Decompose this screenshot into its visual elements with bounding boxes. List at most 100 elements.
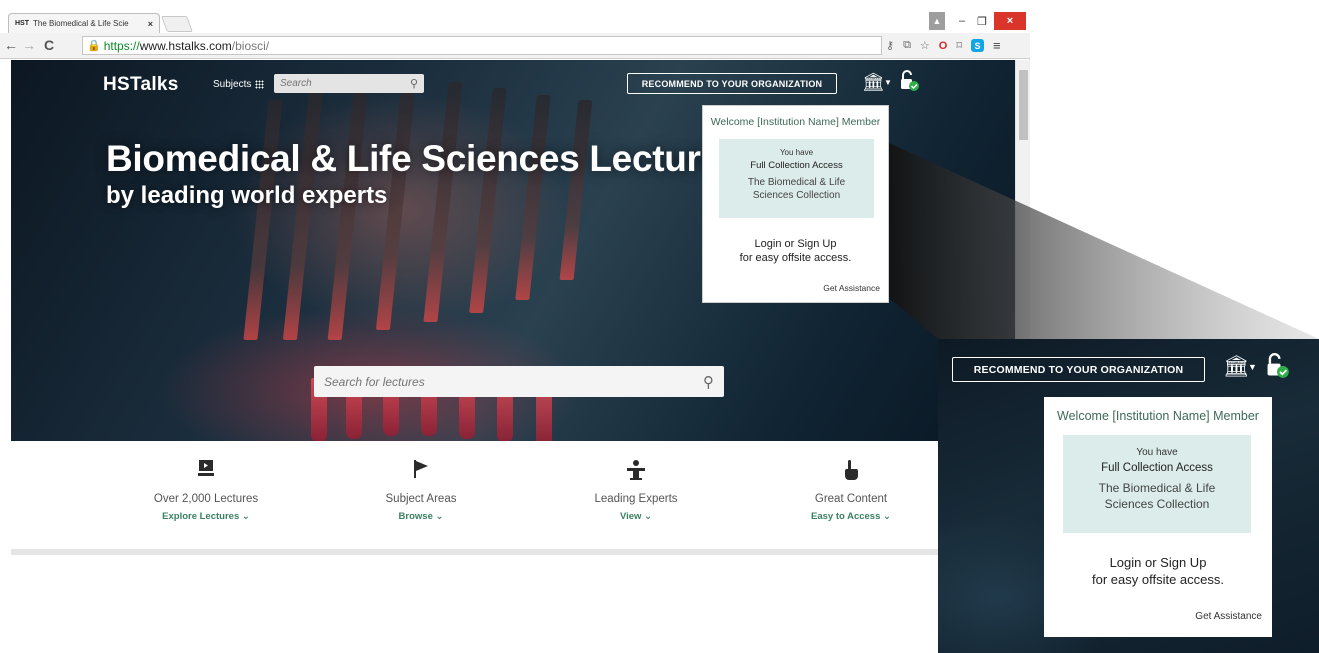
- pipette-decoration: [327, 85, 369, 340]
- lecture-screen-icon: [198, 460, 214, 476]
- easy-access-link[interactable]: Easy to Access ⌄: [761, 511, 941, 522]
- recommend-button[interactable]: RECOMMEND TO YOUR ORGANIZATION: [627, 73, 837, 94]
- toolbar-extension-icons: ⚷ ⧉ ☆ O ⌑ S ≡: [886, 38, 1001, 53]
- get-assistance-link[interactable]: Get Assistance: [1195, 611, 1262, 622]
- unlock-icon[interactable]: [898, 70, 920, 92]
- cast-icon[interactable]: ⌑: [956, 39, 962, 52]
- hero-subtitle: by leading world experts: [106, 182, 388, 209]
- minimize-button[interactable]: –: [953, 12, 971, 30]
- unlock-icon[interactable]: [1264, 353, 1290, 379]
- feature-title: Subject Areas: [385, 493, 457, 505]
- browser-window: HST The Biomedical & Life Scie × ▲ – ❐ ×…: [0, 0, 1030, 560]
- address-bar[interactable]: 🔒 https:// www.hstalks.com /biosci/: [82, 36, 882, 55]
- chevron-down-icon[interactable]: ▼: [884, 78, 892, 87]
- access-level: Full Collection Access: [750, 160, 843, 171]
- feature-link-label: Browse: [398, 511, 433, 522]
- browser-tab[interactable]: HST The Biomedical & Life Scie ×: [8, 13, 160, 33]
- feature-strip: Over 2,000 Lectures Explore Lectures ⌄ S…: [11, 441, 1015, 551]
- browse-link[interactable]: Browse ⌄: [331, 511, 511, 522]
- subjects-label: Subjects: [213, 79, 252, 90]
- header-search: ⚲: [274, 74, 424, 93]
- tab-title: The Biomedical & Life Scie: [33, 19, 129, 28]
- pipette-decoration: [559, 100, 593, 280]
- chevron-down-icon: ⌄: [644, 511, 653, 522]
- access-level: Full Collection Access: [1101, 462, 1213, 474]
- key-icon[interactable]: ⚷: [886, 39, 894, 52]
- zoom-callout: RECOMMEND TO YOUR ORGANIZATION 🏛 ▼ Welco…: [938, 339, 1319, 653]
- opera-icon[interactable]: O: [939, 40, 948, 52]
- you-have-label: You have: [1136, 447, 1178, 458]
- get-assistance-link[interactable]: Get Assistance: [823, 283, 880, 293]
- explore-lectures-link[interactable]: Explore Lectures ⌄: [116, 511, 296, 522]
- hero-title: Biomedical & Life Sciences Lectures: [106, 138, 742, 179]
- url-scheme: https://: [103, 38, 140, 53]
- reload-icon[interactable]: C: [40, 37, 58, 53]
- skype-icon[interactable]: S: [971, 39, 985, 52]
- institution-icon[interactable]: 🏛: [862, 72, 885, 93]
- login-line-1: Login or Sign Up: [1109, 555, 1207, 570]
- translate-icon[interactable]: ⧉: [903, 39, 911, 52]
- pipette-decoration: [282, 90, 324, 340]
- maximize-button[interactable]: ❐: [973, 12, 991, 30]
- feature-link-label: Explore Lectures: [162, 511, 240, 522]
- section-divider: [11, 549, 1015, 555]
- institution-icon[interactable]: 🏛: [1223, 355, 1250, 379]
- chevron-down-icon: ⌄: [883, 511, 891, 522]
- browser-toolbar: ← → C 🔒 https:// www.hstalks.com /biosci…: [0, 33, 1030, 59]
- institution-access-popover-zoomed: Welcome [Institution Name] Member You ha…: [1044, 397, 1272, 637]
- grid-icon: [255, 80, 265, 89]
- feature-link-label: Easy to Access: [811, 511, 881, 522]
- forward-arrow-icon[interactable]: →: [20, 37, 38, 53]
- tab-strip: HST The Biomedical & Life Scie × ▲ – ❐ ×: [0, 0, 1030, 33]
- feature-link-label: View: [619, 511, 642, 522]
- view-experts-link[interactable]: View ⌄: [546, 511, 726, 522]
- lecture-search-input[interactable]: [324, 374, 674, 389]
- scrollbar-thumb[interactable]: [1019, 70, 1028, 140]
- pipette-decoration: [515, 95, 551, 300]
- header-search-input[interactable]: [280, 78, 400, 89]
- login-signup-prompt[interactable]: Login or Sign Up for easy offsite access…: [703, 237, 888, 265]
- search-icon[interactable]: ⚲: [410, 77, 418, 90]
- site-logo[interactable]: HSTalks: [103, 74, 179, 96]
- recommend-button-zoomed[interactable]: RECOMMEND TO YOUR ORGANIZATION: [952, 357, 1205, 382]
- lecture-search: ⚲: [314, 366, 724, 397]
- back-arrow-icon[interactable]: ←: [2, 37, 20, 53]
- feature-title: Great Content: [814, 493, 888, 505]
- login-line-1: Login or Sign Up: [754, 238, 837, 250]
- url-path: /biosci/: [231, 38, 270, 53]
- login-signup-prompt[interactable]: Login or Sign Up for easy offsite access…: [1044, 554, 1272, 588]
- feature-title: Leading Experts: [594, 493, 678, 505]
- chevron-down-icon: ⌄: [241, 511, 250, 522]
- bookmark-star-icon[interactable]: ☆: [920, 39, 930, 52]
- flag-icon: [414, 460, 428, 478]
- pointer-hand-icon: [844, 460, 858, 480]
- window-close-button[interactable]: ×: [994, 12, 1026, 30]
- browser-menu-icon[interactable]: ≡: [993, 38, 1001, 53]
- pipette-decoration: [423, 82, 463, 322]
- lectern-icon: [627, 460, 645, 480]
- url-host: www.hstalks.com: [139, 38, 232, 53]
- search-icon[interactable]: ⚲: [703, 373, 714, 391]
- tab-close-icon[interactable]: ×: [148, 19, 153, 29]
- pipette-decoration: [469, 88, 507, 313]
- user-profile-icon[interactable]: ▲: [929, 12, 945, 30]
- feature-lectures: Over 2,000 Lectures Explore Lectures ⌄: [116, 459, 296, 522]
- you-have-label: You have: [779, 148, 814, 157]
- login-line-2: for easy offsite access.: [1092, 572, 1224, 587]
- access-info-box: You have Full Collection Access The Biom…: [719, 139, 874, 218]
- collection-name: The Biomedical & Life Sciences Collectio…: [747, 177, 846, 201]
- subjects-menu[interactable]: Subjects: [213, 79, 265, 90]
- chevron-down-icon[interactable]: ▼: [1248, 362, 1257, 372]
- welcome-message: Welcome [Institution Name] Member: [710, 116, 881, 128]
- screenshot-stage: HST The Biomedical & Life Scie × ▲ – ❐ ×…: [0, 0, 1319, 653]
- page-viewport: HSTalks Subjects ⚲ RECOMMEND TO YOUR ORG…: [11, 60, 1015, 560]
- feature-subjects: Subject Areas Browse ⌄: [331, 459, 511, 522]
- chevron-down-icon: ⌄: [435, 511, 444, 522]
- new-tab-button[interactable]: [161, 16, 193, 32]
- feature-experts: Leading Experts View ⌄: [546, 459, 726, 522]
- feature-content: Great Content Easy to Access ⌄: [761, 459, 941, 522]
- pipette-decoration: [243, 100, 283, 340]
- hero-banner: HSTalks Subjects ⚲ RECOMMEND TO YOUR ORG…: [11, 60, 1015, 446]
- login-line-2: for easy offsite access.: [739, 252, 852, 264]
- favicon-icon: HST: [15, 20, 29, 27]
